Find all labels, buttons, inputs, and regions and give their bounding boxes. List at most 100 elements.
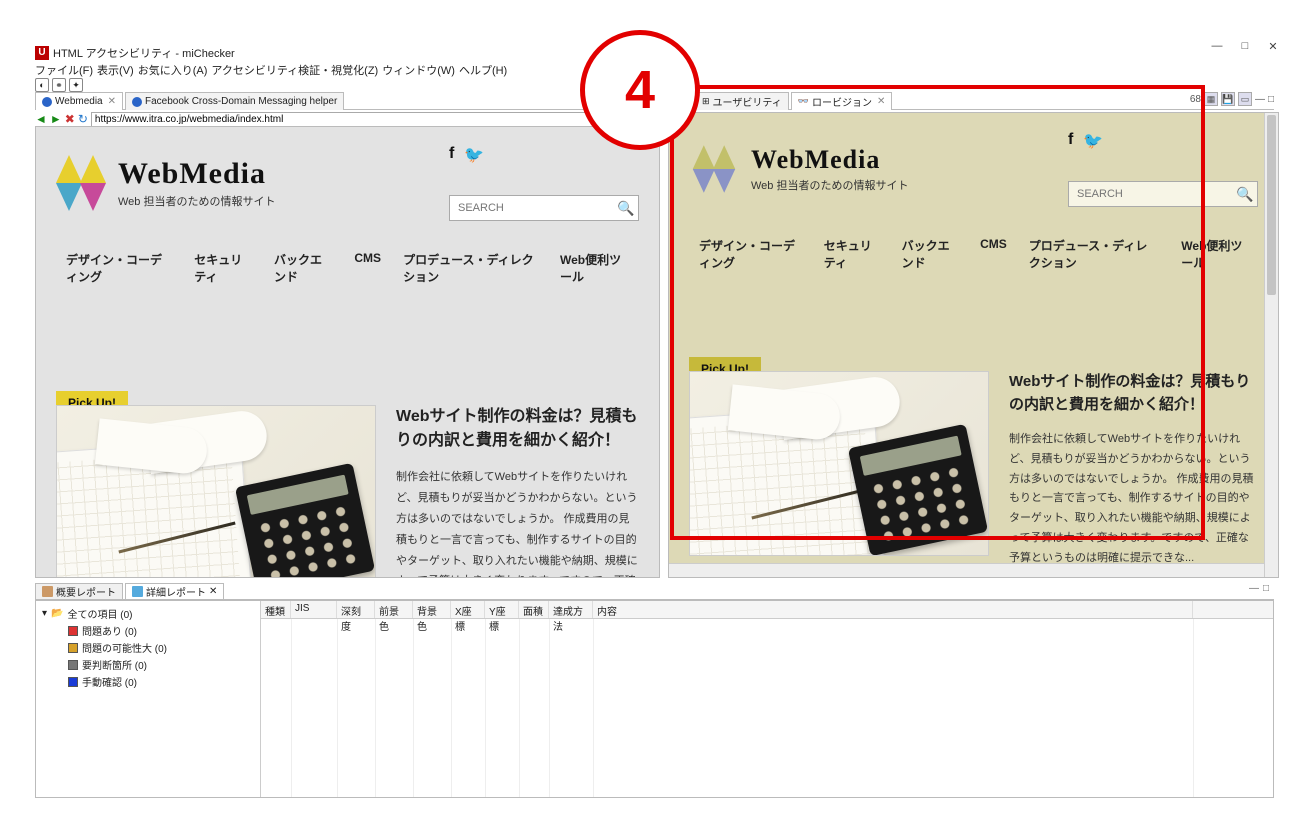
panel-minimize-icon[interactable]: — — [1249, 583, 1259, 594]
tab-label: Facebook Cross-Domain Messaging helper — [145, 96, 337, 107]
tab-close-icon[interactable]: ✕ — [108, 96, 116, 107]
folder-icon: 📂 — [51, 608, 63, 619]
column-header[interactable]: 内容 — [593, 601, 1193, 618]
menu-accessibility[interactable]: アクセシビリティ検証・視覚化(Z) — [211, 62, 378, 78]
twitter-icon[interactable]: 🐦 — [1083, 131, 1103, 151]
tab-summary-report[interactable]: 概要レポート — [35, 583, 123, 599]
toolbar-icon-1[interactable]: ◐ — [35, 78, 49, 92]
toolbar-icon-3[interactable]: ✦ — [69, 78, 83, 92]
column-header[interactable]: JIS — [291, 601, 337, 618]
tab-label: 概要レポート — [56, 584, 116, 599]
tree-label: 問題の可能性大 (0) — [82, 640, 167, 655]
window-close-button[interactable]: ✕ — [1267, 40, 1279, 53]
menu-window[interactable]: ウィンドウ(W) — [382, 62, 455, 78]
annotation-callout: 4 — [580, 30, 700, 150]
view-save-icon[interactable]: 💾 — [1221, 92, 1235, 106]
menu-favorites[interactable]: お気に入り(A) — [138, 62, 208, 78]
facebook-icon[interactable]: f — [449, 145, 454, 165]
tree-label: 全ての項目 (0) — [67, 606, 132, 621]
column-header[interactable]: 前景色 — [375, 601, 413, 618]
nav-item[interactable]: デザイン・コーディング — [66, 251, 172, 285]
tab-low-vision[interactable]: 👓 ロービジョン ✕ — [791, 92, 893, 110]
tab-detail-report[interactable]: 詳細レポート ✕ — [125, 583, 224, 599]
tab-label: ロービジョン — [812, 94, 872, 109]
site-nav: デザイン・コーディング セキュリティ バックエンド CMS プロデュース・ディレ… — [689, 237, 1258, 271]
tab-close-icon[interactable]: ✕ — [877, 96, 885, 107]
nav-item[interactable]: Web便利ツール — [560, 251, 629, 285]
nav-item[interactable]: CMS — [354, 251, 381, 285]
nav-item[interactable]: バックエンド — [274, 251, 332, 285]
menu-view[interactable]: 表示(V) — [97, 62, 134, 78]
tab-facebook-helper[interactable]: Facebook Cross-Domain Messaging helper — [125, 92, 344, 110]
low-vision-view-pane: WebMedia Web 担当者のための情報サイト f 🐦 🔍 デ — [668, 112, 1279, 578]
search-icon[interactable]: 🔍 — [614, 200, 638, 217]
panel-maximize-icon[interactable]: □ — [1263, 583, 1269, 594]
view-maximize-icon[interactable]: □ — [1268, 94, 1274, 105]
count-label: 68 — [1190, 94, 1201, 105]
article-title[interactable]: Webサイト制作の料金は？見積もりの内訳と費用を細かく紹介！ — [396, 405, 639, 453]
nav-item[interactable]: Web便利ツール — [1181, 237, 1248, 271]
tree-root[interactable]: ▾ 📂 全ての項目 (0) — [42, 605, 254, 622]
vertical-scrollbar[interactable] — [1264, 113, 1278, 577]
view-tool-icon[interactable]: ▭ — [1238, 92, 1252, 106]
site-title: WebMedia — [118, 157, 275, 191]
tree-item[interactable]: 要判断箇所 (0) — [42, 656, 254, 673]
search-input[interactable] — [450, 202, 614, 214]
severity-swatch — [68, 660, 78, 670]
severity-swatch — [68, 677, 78, 687]
menu-file[interactable]: ファイル(F) — [35, 62, 93, 78]
site-nav: デザイン・コーディング セキュリティ バックエンド CMS プロデュース・ディレ… — [56, 251, 639, 285]
window-maximize-button[interactable]: □ — [1239, 40, 1251, 53]
nav-item[interactable]: バックエンド — [902, 237, 958, 271]
report-icon — [42, 586, 53, 597]
tab-label: Webmedia — [55, 96, 103, 107]
window-minimize-button[interactable]: — — [1211, 40, 1223, 53]
view-minimize-icon[interactable]: — — [1255, 94, 1265, 105]
twitter-icon[interactable]: 🐦 — [464, 145, 484, 165]
tree-item[interactable]: 問題あり (0) — [42, 622, 254, 639]
collapse-icon[interactable]: ▾ — [42, 608, 47, 619]
menu-help[interactable]: ヘルプ(H) — [459, 62, 507, 78]
tab-close-icon[interactable]: ✕ — [209, 586, 217, 597]
horizontal-scrollbar[interactable] — [669, 563, 1264, 577]
webmedia-logo — [56, 155, 106, 211]
tree-label: 要判断箇所 (0) — [82, 657, 147, 672]
column-header[interactable]: 面積 — [519, 601, 549, 618]
search-box[interactable]: 🔍 — [1068, 181, 1258, 207]
nav-item[interactable]: プロデュース・ディレクション — [1029, 237, 1160, 271]
report-panel: ▾ 📂 全ての項目 (0) 問題あり (0)問題の可能性大 (0) 要判断箇所 (… — [35, 600, 1274, 798]
column-header[interactable]: 背景色 — [413, 601, 451, 618]
column-header[interactable]: X座標 — [451, 601, 485, 618]
column-header[interactable]: 種類 — [261, 601, 291, 618]
tab-label: 詳細レポート — [146, 584, 206, 599]
nav-item[interactable]: プロデュース・ディレクション — [403, 251, 538, 285]
tab-webmedia[interactable]: Webmedia ✕ — [35, 92, 123, 110]
search-box[interactable]: 🔍 — [449, 195, 639, 221]
nav-item[interactable]: デザイン・コーディング — [699, 237, 802, 271]
column-header[interactable]: 深刻度 — [337, 601, 375, 618]
app-icon: U — [35, 46, 49, 60]
search-input[interactable] — [1069, 188, 1233, 200]
globe-icon — [132, 97, 142, 107]
article-title[interactable]: Webサイト制作の料金は？見積もりの内訳と費用を細かく紹介！ — [1009, 371, 1258, 416]
webmedia-logo — [693, 145, 736, 193]
facebook-icon[interactable]: f — [1068, 131, 1073, 151]
search-icon[interactable]: 🔍 — [1233, 186, 1257, 203]
tree-item[interactable]: 問題の可能性大 (0) — [42, 639, 254, 656]
toolbar-icon-2[interactable]: ⚭ — [52, 78, 66, 92]
issue-tree: ▾ 📂 全ての項目 (0) 問題あり (0)問題の可能性大 (0) 要判断箇所 (… — [36, 601, 261, 797]
view-toolbar: 68 ▦ 💾 ▭ — □ — [1190, 92, 1274, 106]
view-tool-icon[interactable]: ▦ — [1204, 92, 1218, 106]
column-header[interactable]: Y座標 — [485, 601, 519, 618]
column-header[interactable]: 達成方法 — [549, 601, 593, 618]
normal-view-pane: WebMedia Web 担当者のための情報サイト f 🐦 🔍 デ — [35, 126, 660, 578]
tab-usability[interactable]: ⊞ ユーザビリティ — [695, 92, 789, 110]
nav-item[interactable]: セキュリティ — [194, 251, 252, 285]
article-image — [689, 371, 989, 556]
site-subtitle: Web 担当者のための情報サイト — [118, 193, 275, 209]
tree-label: 手動確認 (0) — [82, 674, 137, 689]
tree-item[interactable]: 手動確認 (0) — [42, 673, 254, 690]
nav-item[interactable]: セキュリティ — [824, 237, 880, 271]
nav-item[interactable]: CMS — [980, 237, 1007, 271]
callout-number: 4 — [625, 59, 655, 121]
